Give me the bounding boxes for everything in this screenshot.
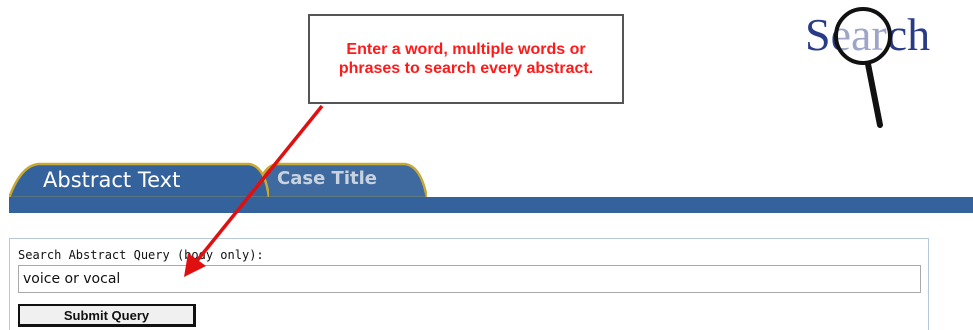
query-label: Search Abstract Query (body only): — [18, 248, 264, 262]
tab-label: Abstract Text — [43, 168, 181, 192]
magnifying-glass-icon — [834, 7, 892, 128]
submit-query-button[interactable]: Submit Query — [18, 304, 196, 327]
tab-abstract-text[interactable]: Abstract Text — [9, 162, 269, 198]
search-logo: Search — [805, 2, 970, 132]
tab-case-title[interactable]: Case Title — [255, 162, 427, 198]
callout-text: Enter a word, multiple words or phrases … — [338, 41, 594, 77]
instruction-callout: Enter a word, multiple words or phrases … — [308, 14, 624, 104]
search-query-input[interactable] — [18, 265, 921, 293]
tab-bar — [9, 197, 973, 213]
search-form-panel: Search Abstract Query (body only): Submi… — [9, 238, 929, 330]
tab-label: Case Title — [277, 168, 377, 189]
